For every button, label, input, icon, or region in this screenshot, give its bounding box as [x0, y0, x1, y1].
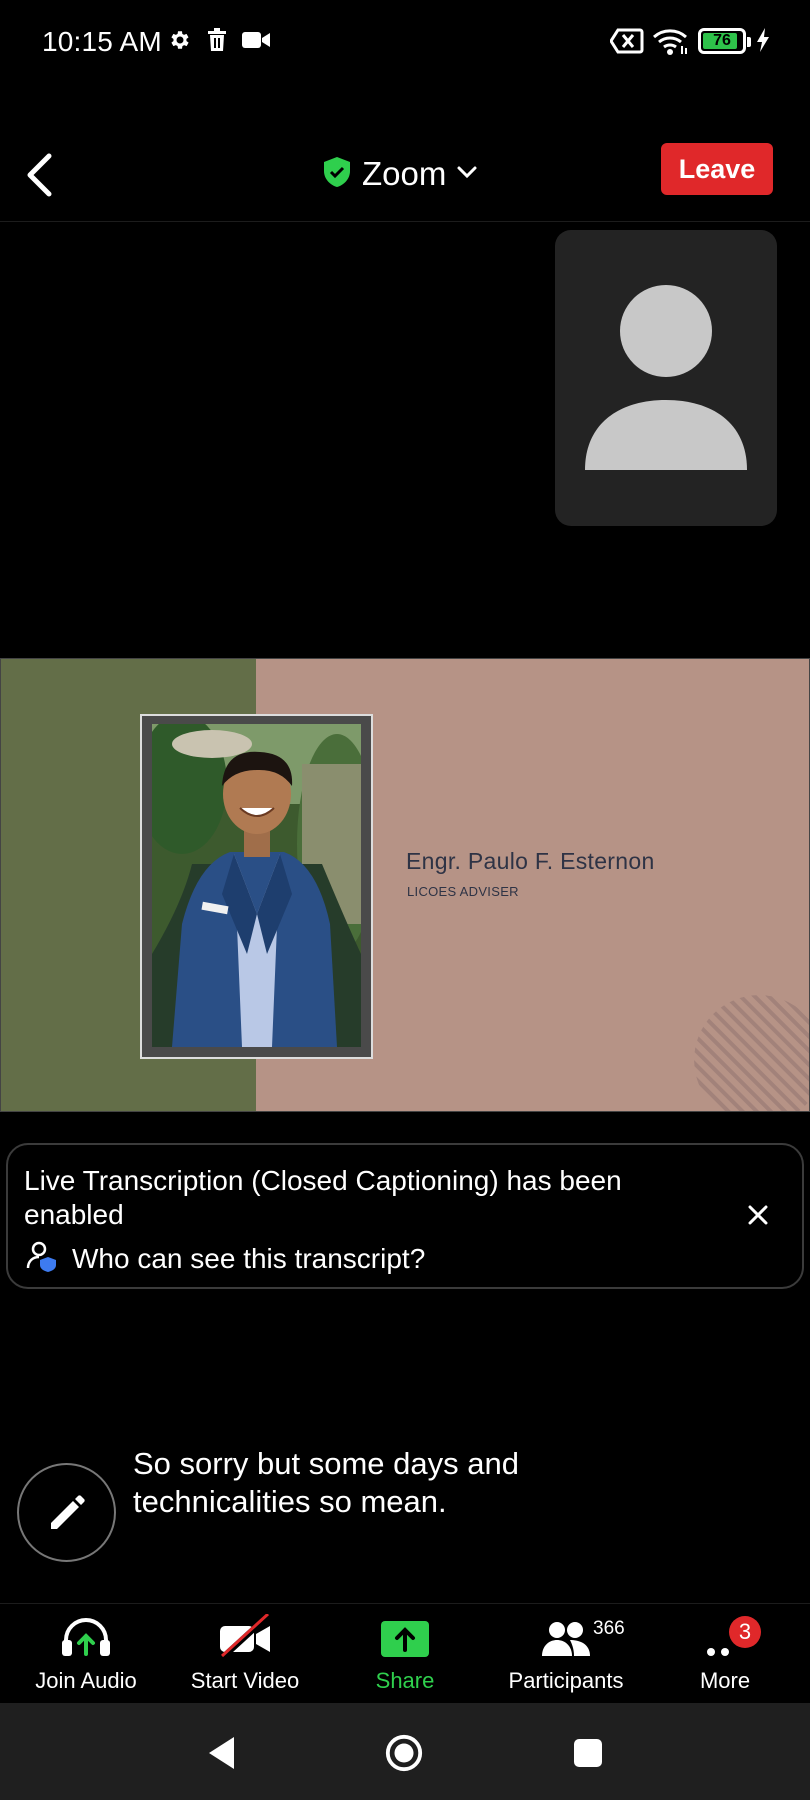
who-can-see-transcript-text: Who can see this transcript? — [72, 1242, 426, 1274]
close-notice-button[interactable] — [740, 1197, 776, 1233]
status-time: 10:15 AM — [42, 26, 162, 57]
presenter-name: Engr. Paulo F. Esternon — [406, 848, 655, 874]
system-navigation-bar — [0, 1703, 810, 1800]
participants-label: Participants — [508, 1668, 624, 1693]
more-notification-badge: 3 — [729, 1616, 761, 1648]
user-shield-icon — [26, 1240, 58, 1277]
pencil-icon — [50, 1494, 85, 1529]
circle-home-icon — [385, 1734, 423, 1772]
meeting-toolbar: Join Audio Start Video Share Participant… — [0, 1603, 810, 1703]
video-camera-icon — [241, 28, 271, 57]
join-audio-button[interactable]: Join Audio — [24, 1614, 148, 1700]
wifi-icon — [652, 28, 690, 61]
who-can-see-transcript-link[interactable]: Who can see this transcript? — [26, 1240, 425, 1277]
live-caption-text: So sorry but some days and technicalitie… — [133, 1446, 519, 1519]
start-video-label: Start Video — [190, 1668, 300, 1693]
battery-percent: 76 — [713, 32, 731, 49]
shared-screen-view[interactable]: Engr. Paulo F. Esternon LICOES ADVISER — [0, 658, 810, 1112]
trash-icon — [206, 28, 228, 57]
share-button[interactable]: Share — [360, 1614, 450, 1700]
shield-check-icon — [322, 156, 352, 193]
square-recents-icon — [574, 1739, 602, 1767]
leave-button[interactable]: Leave — [661, 143, 773, 195]
edit-caption-button[interactable] — [17, 1463, 116, 1562]
presenter-photo — [152, 724, 361, 1047]
charging-bolt-icon — [756, 28, 770, 57]
share-screen-icon — [380, 1614, 430, 1658]
close-icon — [748, 1205, 768, 1225]
battery-indicator: 76 — [698, 28, 751, 54]
nav-home-button[interactable] — [384, 1733, 424, 1773]
transcription-notice: Live Transcription (Closed Captioning) h… — [6, 1143, 804, 1289]
nav-back-button[interactable] — [202, 1733, 242, 1773]
nav-recents-button[interactable] — [568, 1733, 608, 1773]
chevron-left-icon — [27, 153, 52, 197]
gear-icon — [168, 28, 192, 57]
meeting-title: Zoom — [362, 155, 447, 192]
no-sim-icon — [609, 28, 644, 59]
avatar-placeholder-icon — [585, 285, 747, 470]
meeting-top-bar: Zoom Leave — [0, 120, 810, 222]
share-label: Share — [375, 1668, 435, 1693]
status-bar: 10:15 AM 76 — [0, 0, 810, 90]
presenter-role: LICOES ADVISER — [407, 884, 519, 899]
participants-icon — [540, 1614, 592, 1658]
start-video-button[interactable]: Start Video — [185, 1614, 305, 1700]
meeting-info-button[interactable]: Zoom — [322, 148, 478, 200]
headphones-icon — [59, 1614, 113, 1658]
more-label: More — [699, 1668, 751, 1693]
back-button[interactable] — [18, 145, 62, 205]
self-video-tile[interactable] — [555, 230, 777, 526]
video-off-icon — [218, 1614, 272, 1658]
join-audio-label: Join Audio — [35, 1668, 137, 1693]
transcription-notice-message: Live Transcription (Closed Captioning) h… — [24, 1165, 622, 1230]
chevron-down-icon — [456, 165, 478, 184]
participant-count: 366 — [593, 1618, 625, 1639]
presenter-photo-frame — [140, 714, 373, 1059]
triangle-back-icon — [209, 1737, 234, 1769]
